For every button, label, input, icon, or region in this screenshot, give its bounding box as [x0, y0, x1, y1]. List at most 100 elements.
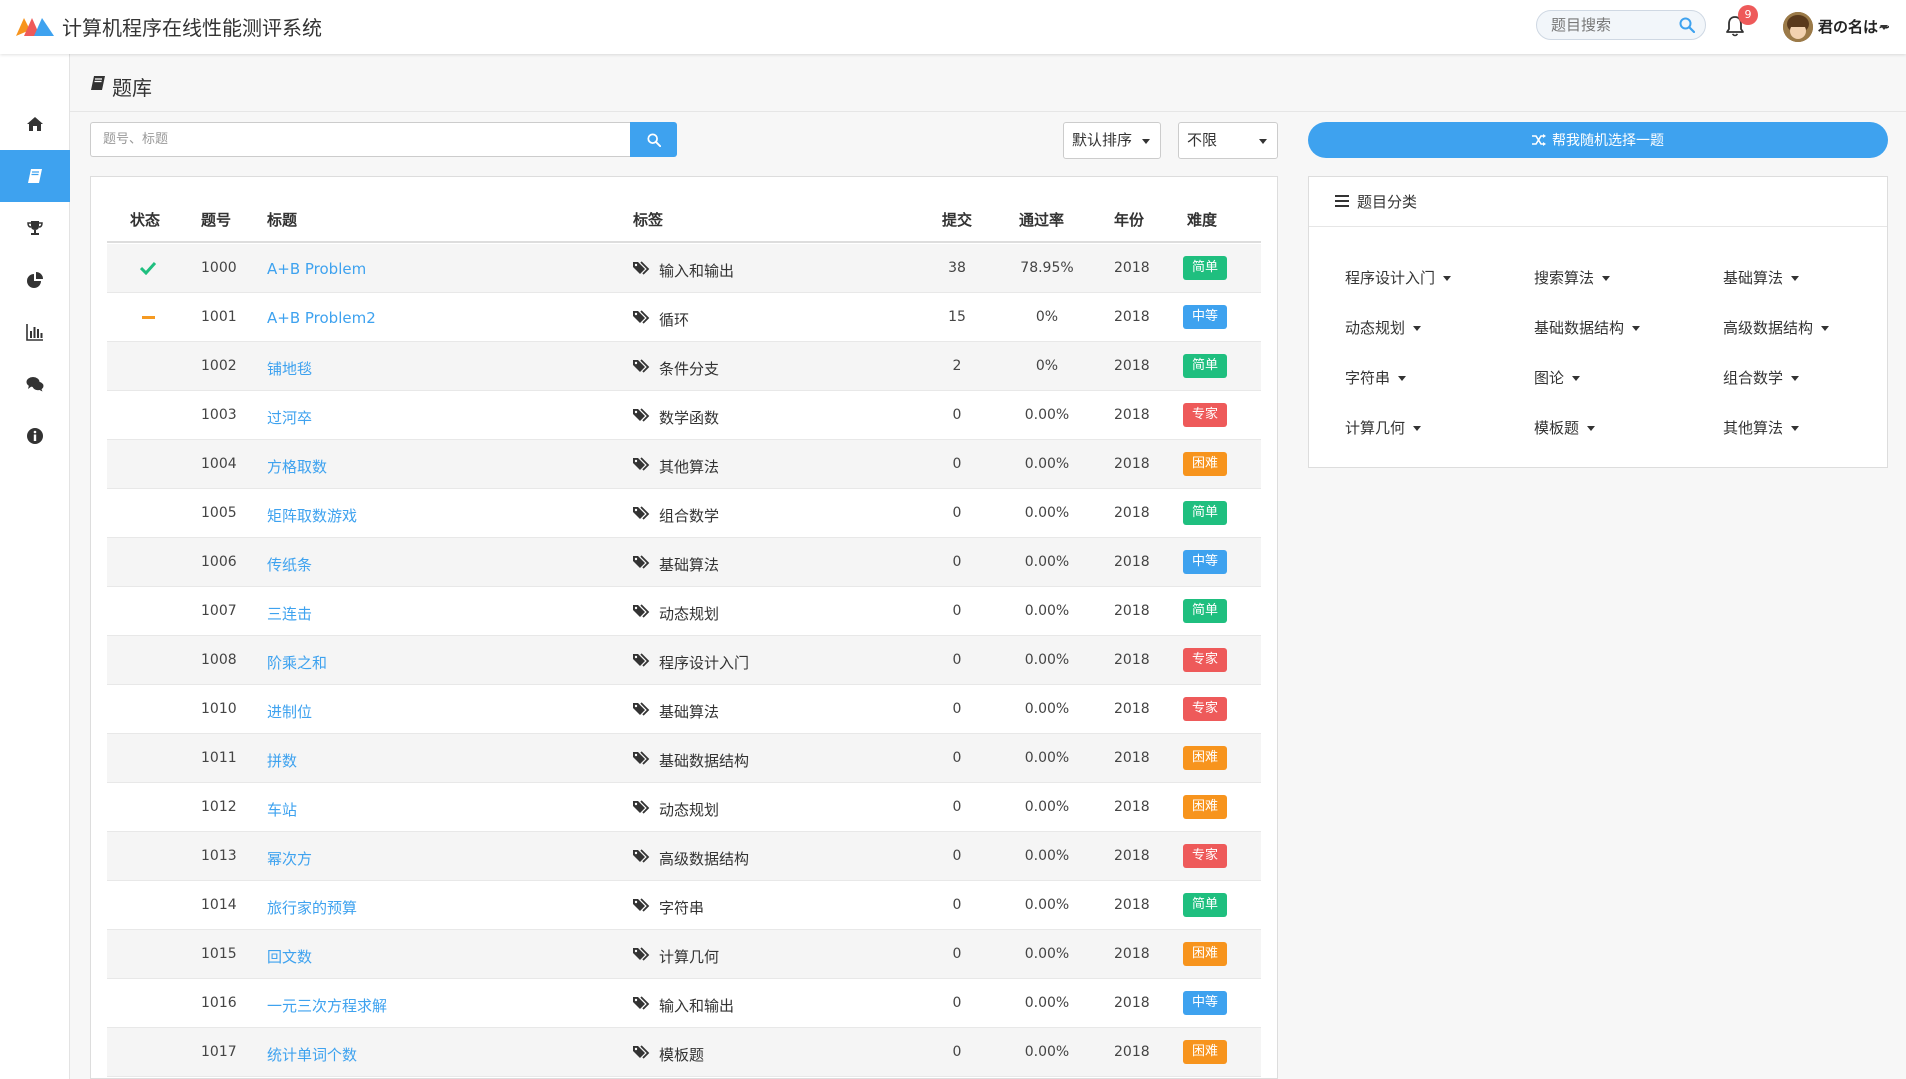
problem-title-link[interactable]: 回文数: [267, 946, 312, 967]
category-item[interactable]: 其他算法: [1723, 417, 1800, 438]
category-item[interactable]: 基础算法: [1723, 267, 1800, 288]
avatar[interactable]: [1783, 12, 1813, 42]
chevron-down-icon[interactable]: [1880, 25, 1888, 30]
problem-id: 1002: [201, 358, 237, 374]
problem-title-link[interactable]: 旅行家的预算: [267, 897, 357, 918]
problem-tag[interactable]: 其他算法: [659, 456, 719, 477]
sidebar-item-about[interactable]: [0, 410, 70, 462]
pass-rate: 0.00%: [1024, 848, 1070, 864]
difficulty-badge: 困难: [1183, 795, 1227, 819]
search-icon[interactable]: [1679, 17, 1695, 33]
problem-title-link[interactable]: 传纸条: [267, 554, 312, 575]
problem-tag[interactable]: 动态规划: [659, 603, 719, 624]
problem-title-link[interactable]: 方格取数: [267, 456, 327, 477]
header-search[interactable]: [1536, 10, 1706, 40]
sidebar-item-problems[interactable]: [0, 150, 70, 202]
sidebar-item-discuss[interactable]: [0, 358, 70, 410]
category-item[interactable]: 模板题: [1534, 417, 1596, 438]
problem-title-link[interactable]: 拼数: [267, 750, 297, 771]
category-item[interactable]: 搜索算法: [1534, 267, 1611, 288]
problem-title-link[interactable]: A+B Problem: [267, 260, 366, 278]
category-item[interactable]: 动态规划: [1345, 317, 1422, 338]
limit-select[interactable]: 不限: [1178, 122, 1278, 159]
table-row: 1002 铺地毯 条件分支 2 0% 2018 简单: [107, 342, 1261, 391]
difficulty-badge: 中等: [1183, 305, 1227, 329]
submit-count: 0: [952, 603, 962, 619]
difficulty-badge: 简单: [1183, 599, 1227, 623]
category-item[interactable]: 基础数据结构: [1534, 317, 1641, 338]
pass-rate: 0.00%: [1024, 652, 1070, 668]
problem-title-link[interactable]: 进制位: [267, 701, 312, 722]
category-item[interactable]: 高级数据结构: [1723, 317, 1830, 338]
sidebar-item-contest[interactable]: [0, 202, 70, 254]
problem-title-link[interactable]: 过河卒: [267, 407, 312, 428]
problem-tag[interactable]: 字符串: [659, 897, 704, 918]
submit-count: 0: [952, 701, 962, 717]
problem-tag[interactable]: 条件分支: [659, 358, 719, 379]
problem-title-link[interactable]: 矩阵取数游戏: [267, 505, 357, 526]
problem-tag[interactable]: 高级数据结构: [659, 848, 749, 869]
problem-tag[interactable]: 输入和输出: [659, 260, 734, 281]
difficulty-badge: 困难: [1183, 1040, 1227, 1064]
problem-tag[interactable]: 基础数据结构: [659, 750, 749, 771]
category-label: 基础算法: [1723, 269, 1784, 287]
problem-search-input[interactable]: [103, 123, 623, 156]
submit-count: 0: [952, 1044, 962, 1060]
problem-tag[interactable]: 循环: [659, 309, 689, 330]
header-search-input[interactable]: [1551, 11, 1681, 39]
problem-tag[interactable]: 程序设计入门: [659, 652, 749, 673]
caret-down-icon: [1791, 426, 1800, 431]
problem-title-link[interactable]: 阶乘之和: [267, 652, 327, 673]
difficulty-badge: 中等: [1183, 991, 1227, 1015]
col-status: 状态: [130, 211, 161, 229]
logo-icon[interactable]: [14, 14, 56, 38]
sidebar-item-status[interactable]: [0, 254, 70, 306]
submit-count: 38: [948, 260, 966, 276]
category-header: 题目分类: [1309, 177, 1887, 227]
sort-select[interactable]: 默认排序: [1063, 122, 1161, 159]
category-item[interactable]: 组合数学: [1723, 367, 1800, 388]
problem-tag[interactable]: 模板题: [659, 1044, 704, 1065]
problem-tag[interactable]: 动态规划: [659, 799, 719, 820]
search-button[interactable]: [630, 122, 677, 157]
problem-id: 1006: [201, 554, 237, 570]
col-id[interactable]: 题号: [201, 209, 231, 230]
problem-title-link[interactable]: 统计单词个数: [267, 1044, 357, 1065]
problem-title-link[interactable]: 一元三次方程求解: [267, 995, 387, 1016]
problem-tag[interactable]: 组合数学: [659, 505, 719, 526]
table-row: 1014 旅行家的预算 字符串 0 0.00% 2018 简单: [107, 881, 1261, 930]
col-rate[interactable]: 通过率: [1019, 209, 1064, 230]
problem-title-link[interactable]: 三连击: [267, 603, 312, 624]
difficulty-badge: 简单: [1183, 893, 1227, 917]
problem-tag[interactable]: 数学函数: [659, 407, 719, 428]
problem-title-link[interactable]: 幂次方: [267, 848, 312, 869]
tags-icon: [633, 898, 650, 912]
col-submit[interactable]: 提交: [942, 209, 972, 230]
problem-id: 1005: [201, 505, 237, 521]
problem-id: 1014: [201, 897, 237, 913]
random-button-label: 帮我随机选择一题: [1552, 133, 1664, 149]
problem-tag[interactable]: 计算几何: [659, 946, 719, 967]
problem-search-field[interactable]: [90, 122, 630, 157]
problem-title-link[interactable]: A+B Problem2: [267, 309, 376, 327]
problem-title-link[interactable]: 铺地毯: [267, 358, 312, 379]
problem-tag[interactable]: 基础算法: [659, 701, 719, 722]
problem-tag[interactable]: 输入和输出: [659, 995, 734, 1016]
app-title[interactable]: 计算机程序在线性能测评系统: [62, 12, 322, 41]
sidebar-item-home[interactable]: [0, 98, 70, 150]
problem-tag[interactable]: 基础算法: [659, 554, 719, 575]
problem-id: 1008: [201, 652, 237, 668]
top-navbar: 计算机程序在线性能测评系统 9 君の名は~: [0, 0, 1906, 54]
sidebar-item-ranking[interactable]: [0, 306, 70, 358]
pass-rate: 0.00%: [1024, 799, 1070, 815]
category-item[interactable]: 图论: [1534, 367, 1581, 388]
tags-icon: [633, 457, 650, 471]
random-problem-button[interactable]: 帮我随机选择一题: [1308, 122, 1888, 158]
category-item[interactable]: 字符串: [1345, 367, 1407, 388]
caret-down-icon: [1413, 426, 1422, 431]
submit-count: 0: [952, 946, 962, 962]
problem-title-link[interactable]: 车站: [267, 799, 297, 820]
submit-count: 0: [952, 407, 962, 423]
category-item[interactable]: 程序设计入门: [1345, 267, 1452, 288]
category-item[interactable]: 计算几何: [1345, 417, 1422, 438]
